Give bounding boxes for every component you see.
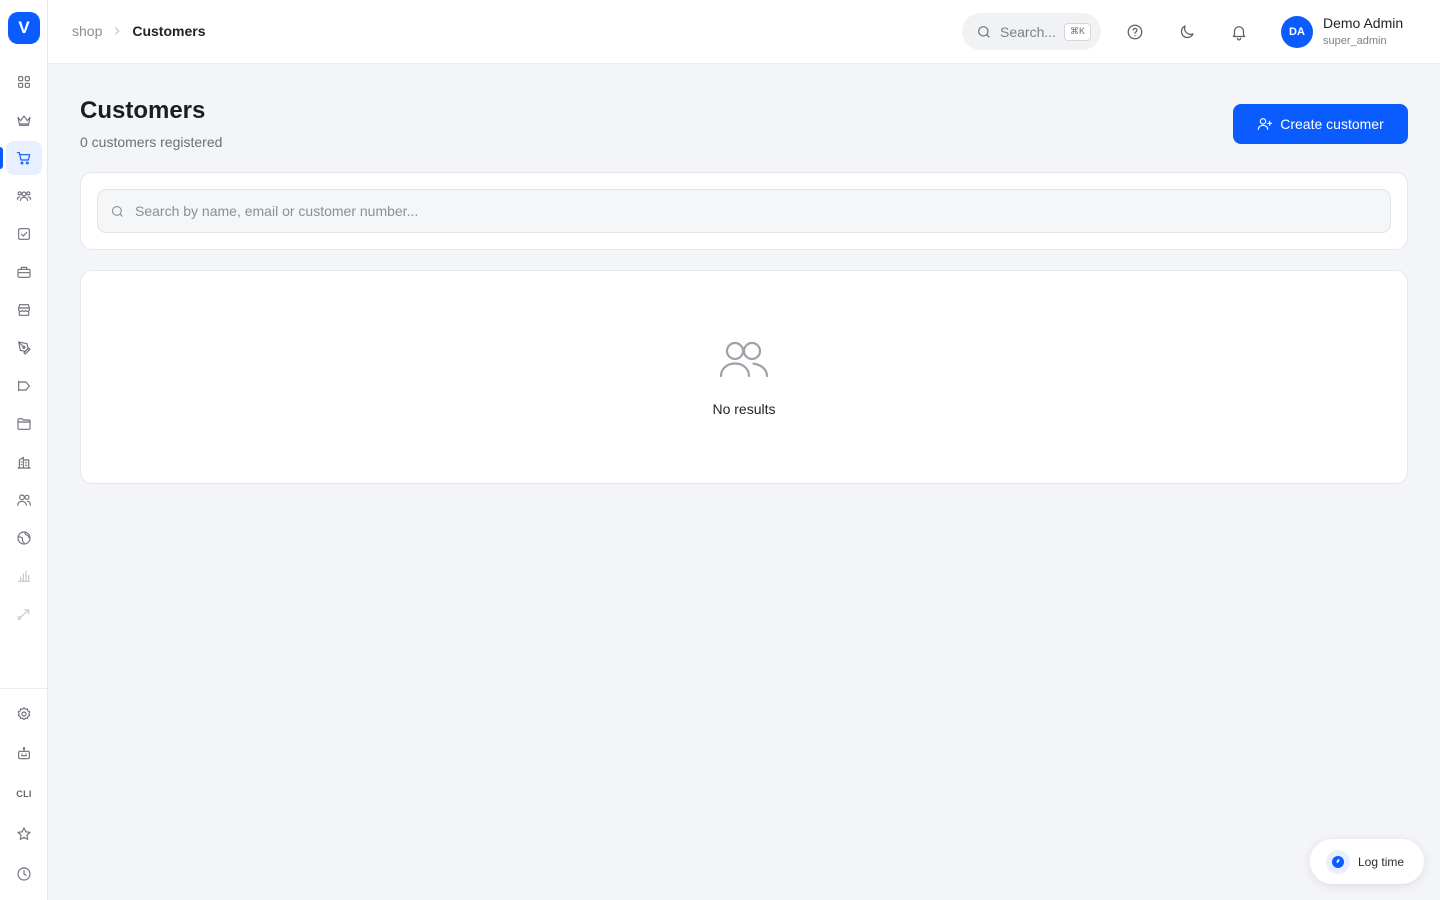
- help-circle-icon: [1127, 24, 1143, 40]
- users-empty-icon: [719, 341, 769, 378]
- bell-icon: [1232, 26, 1246, 41]
- breadcrumb-parent[interactable]: shop: [72, 23, 102, 39]
- chevron-right-icon: [115, 27, 120, 35]
- log-time-button[interactable]: Log time: [1310, 839, 1424, 884]
- sidebar-divider: [0, 688, 47, 689]
- robot-icon: [18, 747, 30, 760]
- sidebar-item-favorites[interactable]: [6, 817, 42, 851]
- cli-label: CLI: [16, 789, 32, 799]
- clock-icon: [17, 867, 31, 881]
- folder-icon: [17, 418, 31, 430]
- dashboard-grid-icon: [18, 76, 30, 88]
- topbar: shop Customers Search... ⌘K DA Demo Admi…: [48, 0, 1440, 64]
- sidebar-item-companies[interactable]: [6, 445, 42, 479]
- log-time-label: Log time: [1358, 854, 1405, 869]
- sidebar-item-design[interactable]: [6, 331, 42, 365]
- app-logo[interactable]: V: [8, 12, 40, 44]
- customer-search-field[interactable]: [97, 189, 1391, 233]
- page-subtitle: 0 customers registered: [80, 134, 223, 150]
- global-search-button[interactable]: Search... ⌘K: [962, 13, 1101, 50]
- buildings-icon: [17, 456, 31, 469]
- page-title: Customers: [80, 97, 206, 124]
- help-button[interactable]: [1123, 20, 1147, 44]
- sidebar-item-settings[interactable]: [6, 697, 42, 731]
- sidebar-item-crown[interactable]: [6, 103, 42, 137]
- shopping-cart-icon: [16, 152, 31, 165]
- pen-tool-icon: [18, 341, 31, 355]
- theme-toggle-button[interactable]: [1175, 20, 1199, 44]
- search-icon: [978, 25, 990, 38]
- breadcrumb: shop Customers: [72, 23, 206, 39]
- notifications-button[interactable]: [1227, 20, 1251, 44]
- user-plus-icon: [1258, 118, 1273, 130]
- search-icon: [111, 205, 123, 217]
- sidebar-item-cli[interactable]: CLI: [6, 777, 42, 811]
- results-card: No results: [80, 270, 1408, 484]
- sidebar-item-workflow[interactable]: [6, 597, 42, 631]
- customer-search-input[interactable]: [135, 203, 1335, 219]
- star-icon: [17, 827, 31, 840]
- megaphone-icon: [18, 380, 30, 392]
- breadcrumb-current: Customers: [132, 23, 206, 39]
- settings-gear-icon: [17, 707, 31, 721]
- empty-state-text: No results: [712, 401, 776, 417]
- sidebar-item-dashboard[interactable]: [6, 65, 42, 99]
- sidebar-item-shop[interactable]: [6, 141, 42, 175]
- sidebar-item-marketing[interactable]: [6, 369, 42, 403]
- contacts-icon: [17, 494, 31, 506]
- briefcase-icon: [17, 266, 31, 278]
- moon-icon: [1180, 25, 1194, 39]
- user-name: Demo Admin: [1323, 15, 1404, 31]
- user-role: super_admin: [1323, 35, 1387, 47]
- sidebar: V CLI: [0, 0, 48, 900]
- sidebar-item-contacts[interactable]: [6, 483, 42, 517]
- sidebar-item-store[interactable]: [6, 293, 42, 327]
- bar-chart-icon: [18, 570, 30, 582]
- user-meta: Demo Admin super_admin: [1323, 15, 1403, 49]
- user-menu[interactable]: DA Demo Admin super_admin: [1281, 15, 1403, 49]
- sidebar-item-files[interactable]: [6, 407, 42, 441]
- timer-icon: [1326, 849, 1350, 874]
- shortcut-badge: ⌘K: [1064, 22, 1092, 41]
- avatar: DA: [1281, 16, 1313, 48]
- storefront-icon: [18, 304, 30, 316]
- global-search-placeholder: Search...: [1000, 23, 1057, 40]
- checkbox-icon: [18, 228, 30, 240]
- active-indicator: [0, 147, 3, 169]
- sidebar-item-history[interactable]: [6, 857, 42, 891]
- sidebar-item-analytics[interactable]: [6, 559, 42, 593]
- sidebar-item-automation[interactable]: [6, 737, 42, 771]
- sidebar-item-tasks[interactable]: [6, 217, 42, 251]
- create-customer-button[interactable]: Create customer: [1233, 104, 1408, 144]
- sidebar-item-team[interactable]: [6, 179, 42, 213]
- create-customer-label: Create customer: [1280, 116, 1384, 132]
- search-card: [80, 172, 1408, 250]
- globe-icon: [17, 531, 31, 545]
- crown-icon: [17, 115, 31, 126]
- sidebar-item-briefcase[interactable]: [6, 255, 42, 289]
- workflow-icon: [17, 609, 30, 620]
- users-group-icon: [16, 191, 32, 202]
- sidebar-item-web[interactable]: [6, 521, 42, 555]
- empty-state-icon-wrap: [718, 339, 770, 379]
